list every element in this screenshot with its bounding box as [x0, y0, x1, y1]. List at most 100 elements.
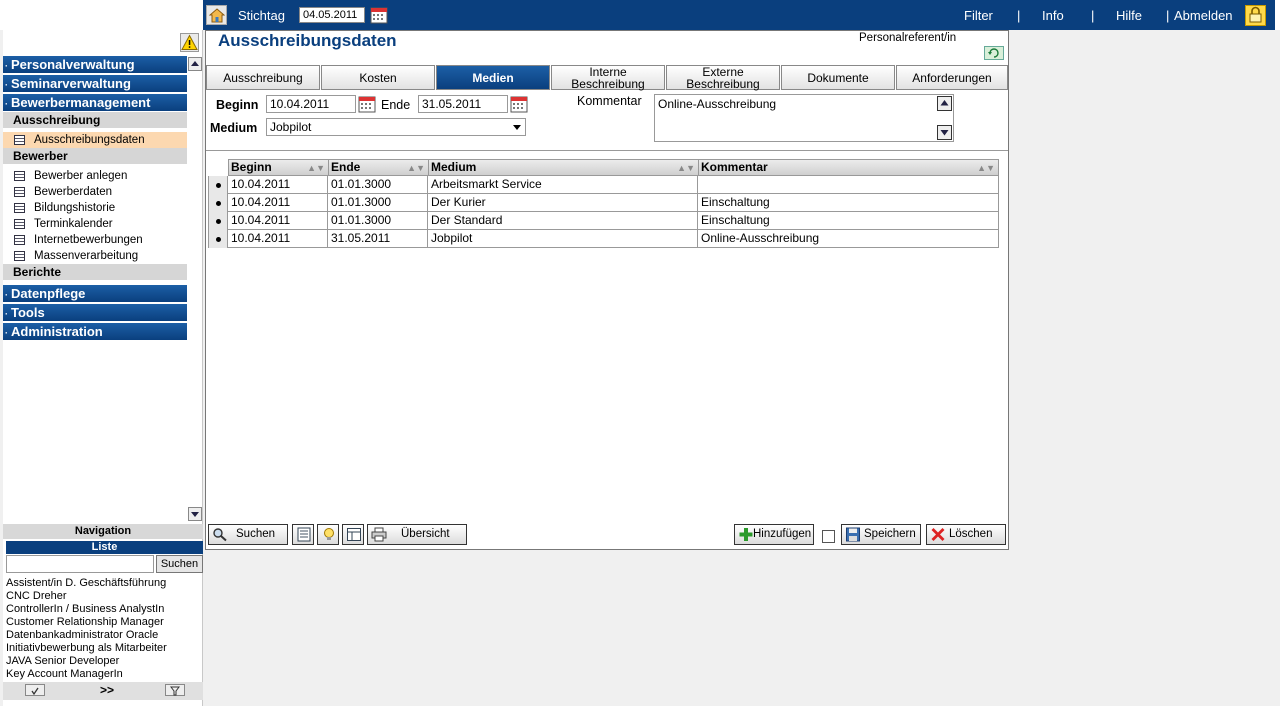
- filter-link[interactable]: Filter: [964, 8, 993, 23]
- list-item[interactable]: CNC Dreher: [6, 590, 203, 603]
- nav-item-terminkalender[interactable]: Terminkalender: [3, 216, 187, 232]
- tab-dokumente[interactable]: Dokumente: [781, 65, 895, 90]
- select-checkbox[interactable]: [822, 530, 835, 543]
- column-header-medium[interactable]: Medium ▲▼: [428, 159, 699, 176]
- stichtag-input[interactable]: 04.05.2011: [299, 7, 365, 23]
- liste-filter-button[interactable]: [165, 684, 185, 696]
- overview-button[interactable]: Übersicht: [367, 524, 467, 545]
- calendar-icon[interactable]: [370, 6, 388, 24]
- nav-item-bewerberdaten[interactable]: Bewerberdaten: [3, 184, 187, 200]
- lightbulb-icon: [324, 528, 334, 540]
- scroll-down-button[interactable]: [188, 507, 202, 521]
- nav-section-ausschreibung[interactable]: Ausschreibung: [3, 112, 187, 128]
- list-item[interactable]: Initiativbewerbung als Mitarbeiter: [6, 642, 203, 655]
- list-item[interactable]: Assistent/in D. Geschäftsführung: [6, 577, 203, 590]
- nav-item-internetbewerbungen[interactable]: Internetbewerbungen: [3, 232, 187, 248]
- nav-section-bewerber[interactable]: Bewerber: [3, 148, 187, 164]
- list-item[interactable]: Key Account ManagerIn: [6, 668, 203, 681]
- delete-button-label: Löschen: [949, 528, 993, 540]
- nav-item-label: Bewerberdaten: [34, 186, 112, 198]
- list-item[interactable]: JAVA Senior Developer: [6, 655, 203, 668]
- row-marker[interactable]: [208, 230, 228, 248]
- table-row[interactable]: 10.04.2011 01.01.3000 Der Kurier Einscha…: [208, 194, 999, 212]
- table-row[interactable]: 10.04.2011 31.05.2011 Jobpilot Online-Au…: [208, 230, 999, 248]
- tab-ausschreibung[interactable]: Ausschreibung: [206, 65, 320, 90]
- nav-item-ausschreibungsdaten[interactable]: Ausschreibungsdaten: [3, 132, 187, 148]
- delete-button[interactable]: Löschen: [926, 524, 1006, 545]
- cell-medium: Jobpilot: [428, 230, 698, 248]
- refresh-button[interactable]: [984, 46, 1004, 60]
- hilfe-link[interactable]: Hilfe: [1116, 8, 1142, 23]
- nav-bullet: ·: [5, 290, 8, 300]
- liste-select-button[interactable]: [25, 684, 45, 696]
- table-row[interactable]: 10.04.2011 01.01.3000 Der Standard Einsc…: [208, 212, 999, 230]
- nav-item-bildungshistorie[interactable]: Bildungshistorie: [3, 200, 187, 216]
- calendar-icon[interactable]: [358, 95, 376, 113]
- liste-more-link[interactable]: >>: [100, 683, 114, 697]
- cell-ende: 01.01.3000: [328, 176, 428, 194]
- sort-icon[interactable]: ▲▼: [307, 161, 325, 176]
- arrow-up-icon: [191, 61, 199, 66]
- cell-beginn: 10.04.2011: [228, 176, 328, 194]
- list-view-button[interactable]: [292, 524, 314, 545]
- row-marker[interactable]: [208, 176, 228, 194]
- sort-icon[interactable]: ▲▼: [677, 161, 695, 176]
- info-link[interactable]: Info: [1042, 8, 1064, 23]
- tab-medien[interactable]: Medien: [436, 65, 550, 90]
- add-button[interactable]: Hinzufügen: [734, 524, 814, 545]
- cell-ende: 01.01.3000: [328, 212, 428, 230]
- scroll-up-button[interactable]: [188, 57, 202, 71]
- close-icon: [931, 528, 945, 541]
- warning-button[interactable]: [180, 33, 199, 52]
- nav-separator: |: [1017, 8, 1021, 23]
- kommentar-scroll-down[interactable]: [937, 125, 952, 140]
- kommentar-textarea[interactable]: Online-Ausschreibung: [654, 94, 954, 142]
- calendar-icon[interactable]: [510, 95, 528, 113]
- liste-search-button[interactable]: Suchen: [156, 555, 203, 573]
- tab-externe-beschreibung[interactable]: Externe Beschreibung: [666, 65, 780, 90]
- liste-search-input[interactable]: [6, 555, 154, 573]
- nav-separator: |: [1166, 8, 1170, 23]
- detail-view-button[interactable]: [342, 524, 364, 545]
- home-button[interactable]: [206, 5, 227, 25]
- nav-seminarverwaltung[interactable]: · Seminarverwaltung: [3, 75, 187, 92]
- nav-datenpflege[interactable]: · Datenpflege: [3, 285, 187, 302]
- tab-anforderungen[interactable]: Anforderungen: [896, 65, 1008, 90]
- nav-item-bewerber-anlegen[interactable]: Bewerber anlegen: [3, 168, 187, 184]
- cell-ende: 01.01.3000: [328, 194, 428, 212]
- hint-button[interactable]: [317, 524, 339, 545]
- top-bar-header: Stichtag 04.05.2011 Filter | Info | Hilf…: [203, 0, 1275, 30]
- save-button[interactable]: Speichern: [841, 524, 921, 545]
- column-header-ende[interactable]: Ende ▲▼: [328, 159, 429, 176]
- column-header-beginn[interactable]: Beginn ▲▼: [228, 159, 329, 176]
- filter-icon: [170, 686, 180, 696]
- nav-label: Bewerbermanagement: [11, 95, 151, 110]
- nav-tools[interactable]: · Tools: [3, 304, 187, 321]
- row-marker[interactable]: [208, 212, 228, 230]
- beginn-input[interactable]: 10.04.2011: [266, 95, 356, 113]
- kommentar-scroll-up[interactable]: [937, 96, 952, 111]
- list-item[interactable]: ControllerIn / Business AnalystIn: [6, 603, 203, 616]
- sort-icon[interactable]: ▲▼: [977, 161, 995, 176]
- sort-icon[interactable]: ▲▼: [407, 161, 425, 176]
- search-button[interactable]: Suchen: [208, 524, 288, 545]
- ende-input[interactable]: 31.05.2011: [418, 95, 508, 113]
- column-header-kommentar[interactable]: Kommentar ▲▼: [698, 159, 999, 176]
- table-row[interactable]: 10.04.2011 01.01.3000 Arbeitsmarkt Servi…: [208, 176, 999, 194]
- nav-item-massenverarbeitung[interactable]: Massenverarbeitung: [3, 248, 187, 264]
- lock-button[interactable]: [1245, 5, 1266, 26]
- column-header-label: Beginn: [231, 160, 272, 174]
- arrow-down-icon: [940, 130, 949, 136]
- role-label: Personalreferent/in: [859, 32, 957, 44]
- nav-section-berichte[interactable]: Berichte: [3, 264, 187, 280]
- nav-bewerbermanagement[interactable]: · Bewerbermanagement: [3, 94, 187, 111]
- list-item[interactable]: Customer Relationship Manager: [6, 616, 203, 629]
- tab-kosten[interactable]: Kosten: [321, 65, 435, 90]
- abmelden-link[interactable]: Abmelden: [1174, 8, 1233, 23]
- list-item[interactable]: Datenbankadministrator Oracle: [6, 629, 203, 642]
- medium-select[interactable]: Jobpilot: [266, 118, 526, 136]
- row-marker[interactable]: [208, 194, 228, 212]
- nav-personalverwaltung[interactable]: · Personalverwaltung: [3, 56, 187, 73]
- tab-interne-beschreibung[interactable]: Interne Beschreibung: [551, 65, 665, 90]
- nav-administration[interactable]: · Administration: [3, 323, 187, 340]
